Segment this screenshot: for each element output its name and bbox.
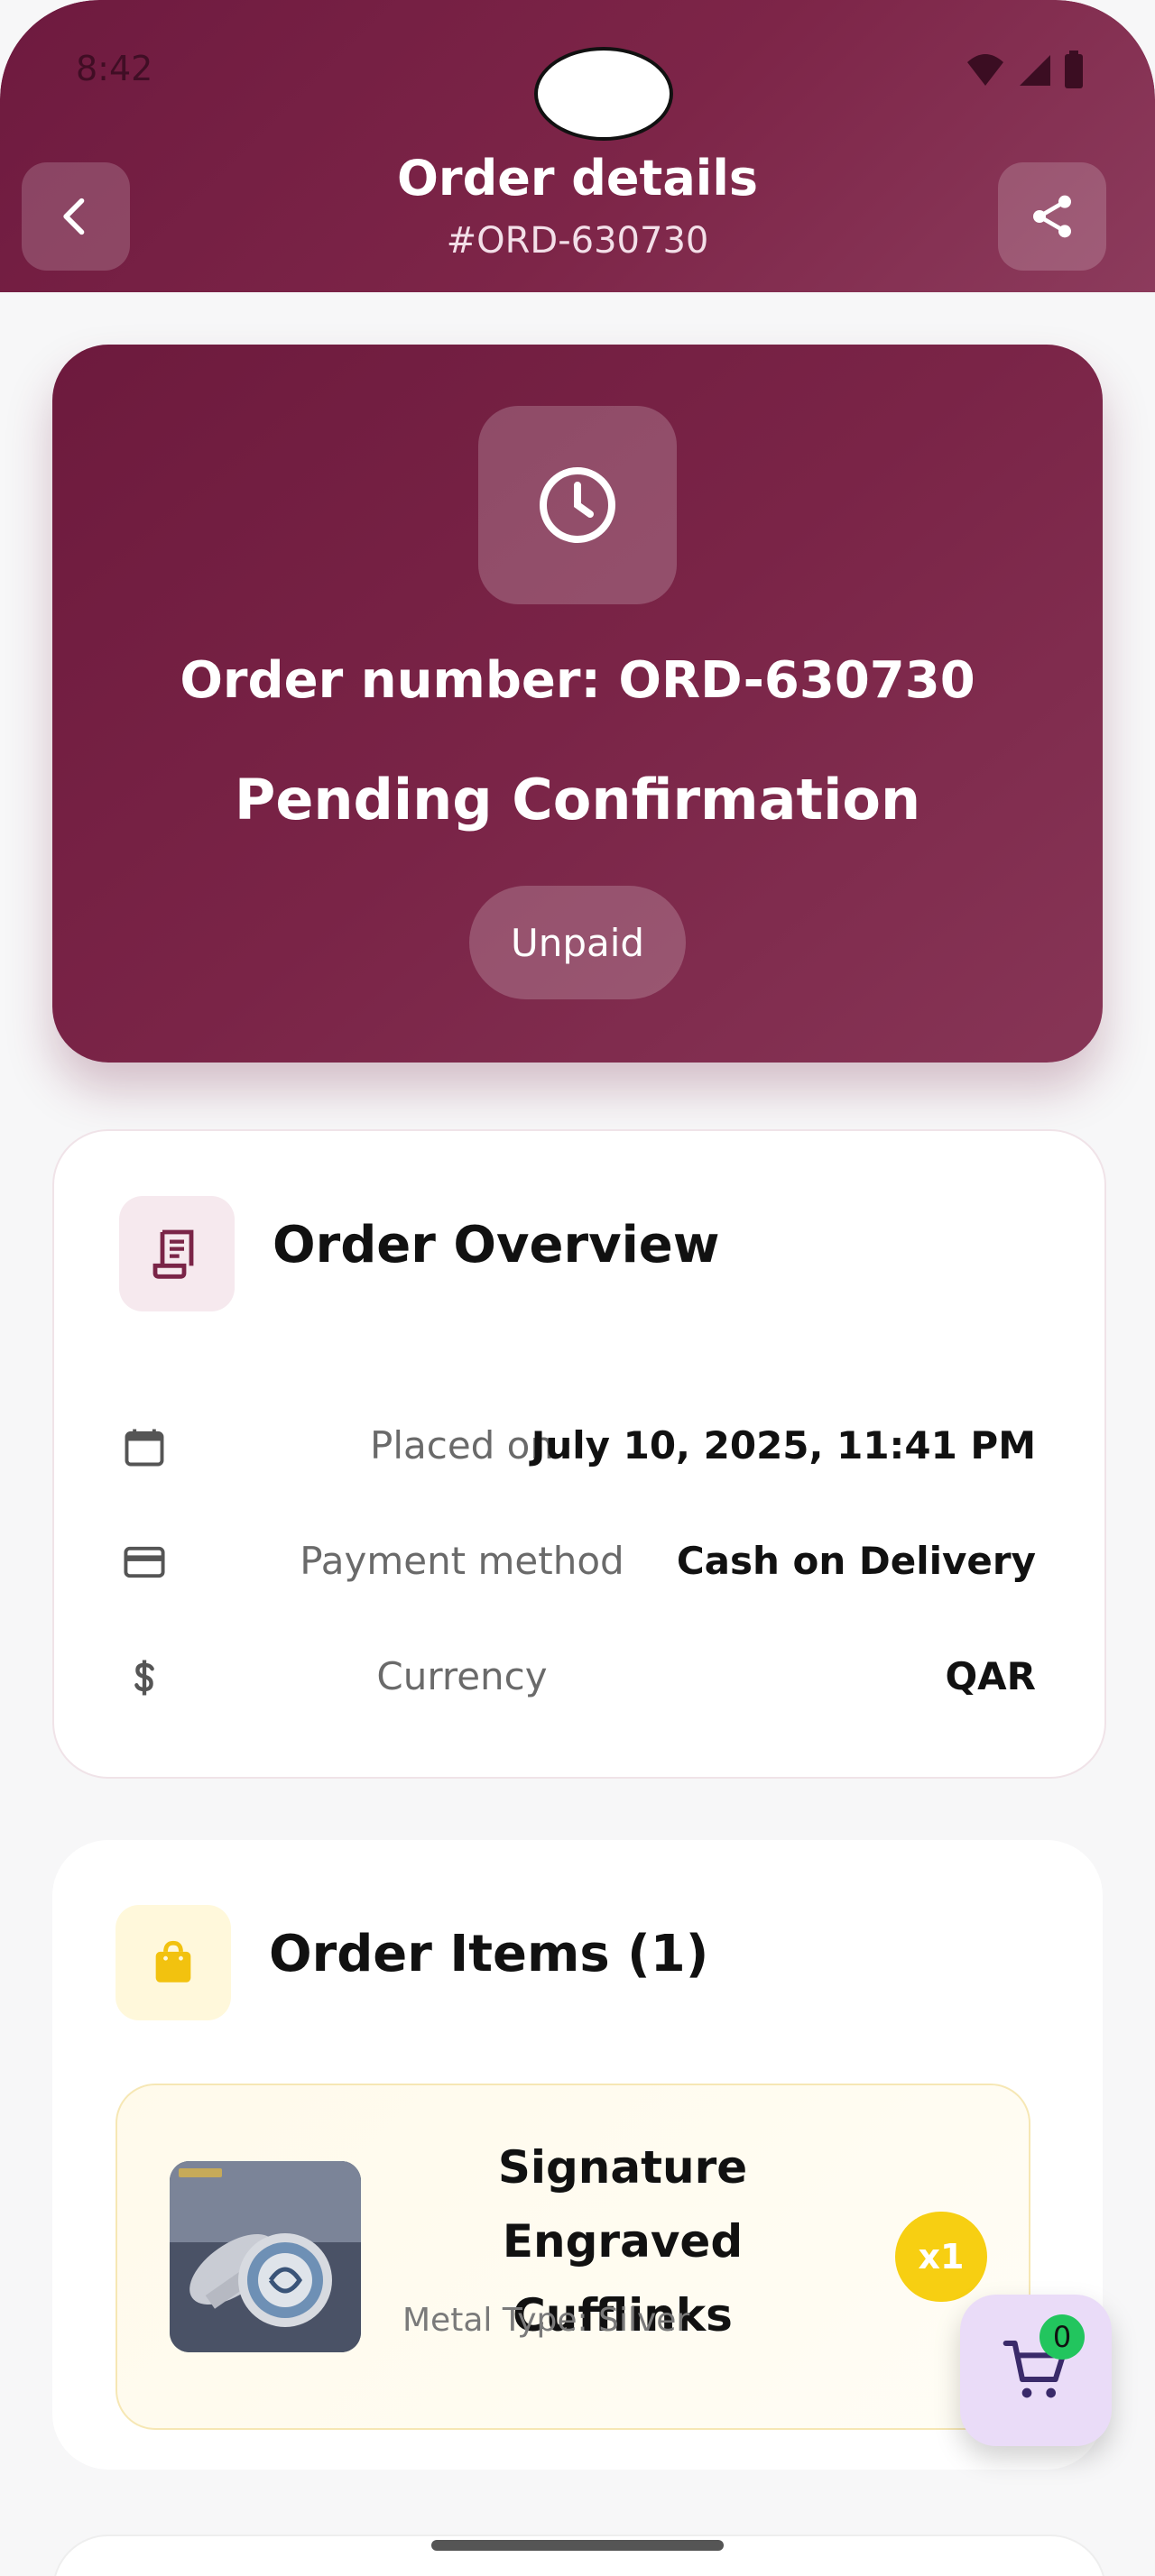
order-number: Order number: ORD-630730: [180, 651, 975, 710]
battery-icon: [1065, 51, 1083, 88]
dollar-icon: [134, 1660, 154, 1696]
calendar-icon: [125, 1429, 164, 1467]
payment-method-label: Payment method: [300, 1539, 624, 1583]
product-image: [170, 2161, 361, 2352]
payment-status-badge: Unpaid: [469, 886, 686, 999]
product-metal-type: Metal Type: Silver: [402, 2302, 690, 2339]
overview-row-payment: Payment method Cash on Delivery: [119, 1526, 1036, 1598]
items-icon-box: [116, 1905, 231, 2020]
order-item[interactable]: Signature Engraved Cufflinks Metal Type:…: [116, 2084, 1030, 2430]
status-icon-box: [478, 406, 677, 604]
share-icon: [1033, 195, 1071, 238]
page-title: Order details: [397, 150, 758, 207]
cart-count-badge: 0: [1040, 2314, 1085, 2360]
cart-button[interactable]: 0: [960, 2295, 1112, 2446]
payment-method-value: Cash on Delivery: [676, 1539, 1036, 1583]
shopping-bag-icon: [155, 1940, 191, 1983]
order-items-card: Order Items (1) Signature Engraved Cuffl…: [52, 1840, 1103, 2470]
credit-card-icon: [124, 1546, 165, 1578]
overview-title: Order Overview: [273, 1216, 720, 1274]
overview-row-currency: Currency QAR: [119, 1642, 1036, 1714]
currency-value: QAR: [945, 1654, 1036, 1698]
page-subtitle: #ORD-630730: [446, 220, 709, 262]
status-time: 8:42: [76, 49, 153, 88]
cufflinks-image: [170, 2161, 361, 2352]
quantity-badge: x1: [895, 2212, 987, 2302]
app-header: 8:42 Order details #ORD-630730: [0, 0, 1155, 292]
camera-cutout: [534, 47, 673, 141]
order-status: Pending Confirmation: [234, 767, 921, 833]
app-screen: 8:42 Order details #ORD-630730 Order num: [0, 0, 1155, 2576]
order-status-card: Order number: ORD-630730 Pending Confirm…: [52, 345, 1103, 1063]
home-indicator[interactable]: [431, 2540, 724, 2551]
order-overview-card: Order Overview Placed on July 10, 2025, …: [52, 1129, 1106, 1779]
share-button[interactable]: [998, 162, 1106, 271]
receipt-icon: [152, 1229, 194, 1279]
overview-icon-box: [119, 1196, 235, 1311]
clock-icon: [540, 467, 615, 543]
wifi-icon: [967, 54, 1003, 86]
status-icons: [966, 51, 1085, 88]
items-title: Order Items (1): [269, 1925, 709, 1983]
overview-row-placed: Placed on July 10, 2025, 11:41 PM: [119, 1411, 1036, 1483]
signal-icon: [1020, 55, 1050, 86]
placed-on-value: July 10, 2025, 11:41 PM: [531, 1423, 1036, 1467]
currency-label: Currency: [376, 1654, 548, 1698]
